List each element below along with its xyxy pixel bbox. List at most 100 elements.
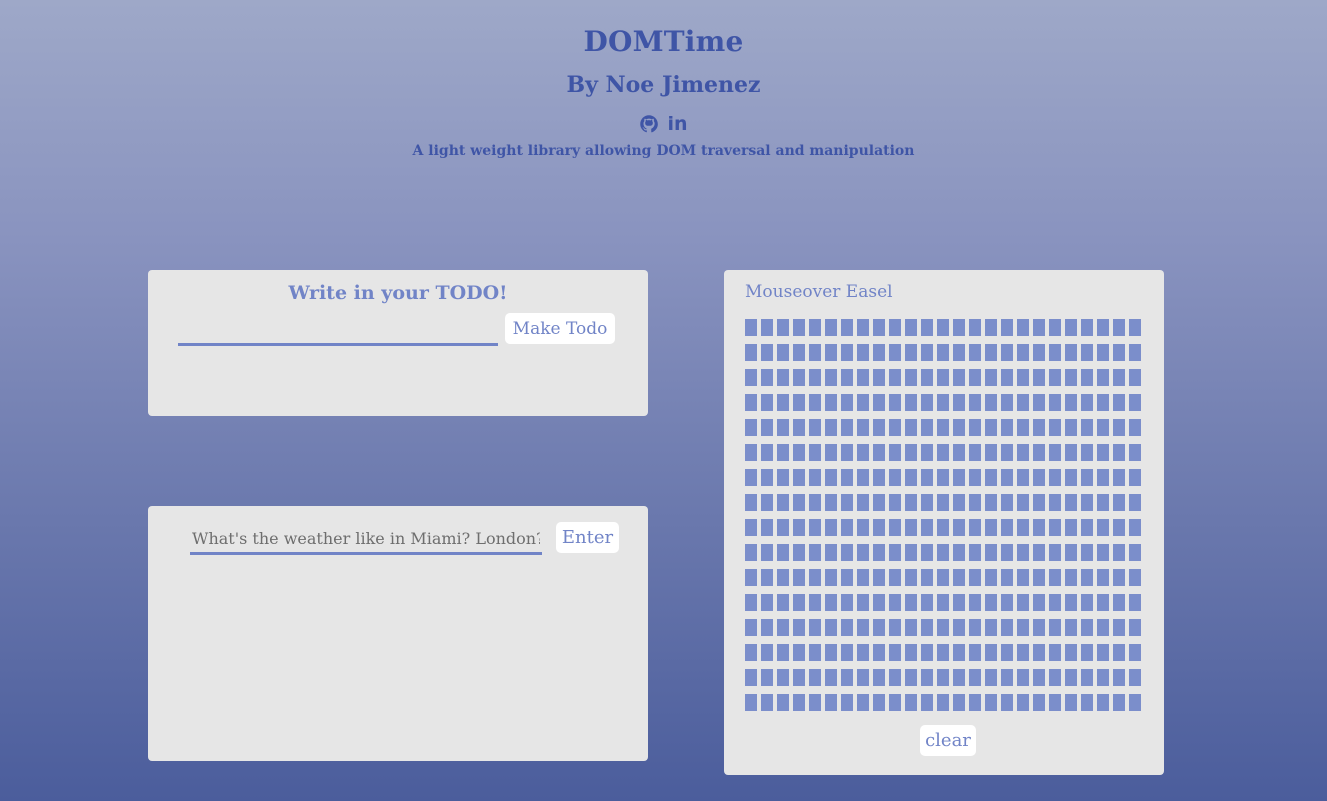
easel-cell[interactable] bbox=[905, 419, 917, 436]
easel-cell[interactable] bbox=[745, 469, 757, 486]
easel-cell[interactable] bbox=[761, 469, 773, 486]
easel-cell[interactable] bbox=[1113, 319, 1125, 336]
easel-cell[interactable] bbox=[825, 469, 837, 486]
easel-cell[interactable] bbox=[809, 319, 821, 336]
easel-cell[interactable] bbox=[1129, 469, 1141, 486]
easel-cell[interactable] bbox=[841, 544, 853, 561]
easel-cell[interactable] bbox=[969, 544, 981, 561]
make-todo-button[interactable]: Make Todo bbox=[505, 313, 615, 344]
easel-cell[interactable] bbox=[857, 419, 869, 436]
easel-cell[interactable] bbox=[761, 519, 773, 536]
easel-cell[interactable] bbox=[1113, 544, 1125, 561]
easel-cell[interactable] bbox=[1001, 519, 1013, 536]
easel-cell[interactable] bbox=[937, 669, 949, 686]
easel-cell[interactable] bbox=[857, 444, 869, 461]
easel-cell[interactable] bbox=[761, 344, 773, 361]
easel-cell[interactable] bbox=[953, 544, 965, 561]
easel-cell[interactable] bbox=[921, 494, 933, 511]
easel-cell[interactable] bbox=[841, 469, 853, 486]
easel-cell[interactable] bbox=[1065, 469, 1077, 486]
easel-cell[interactable] bbox=[953, 419, 965, 436]
easel-cell[interactable] bbox=[889, 644, 901, 661]
easel-cell[interactable] bbox=[985, 444, 997, 461]
easel-cell[interactable] bbox=[953, 344, 965, 361]
easel-cell[interactable] bbox=[1017, 544, 1029, 561]
easel-cell[interactable] bbox=[1033, 694, 1045, 711]
easel-cell[interactable] bbox=[745, 444, 757, 461]
easel-cell[interactable] bbox=[1113, 419, 1125, 436]
easel-cell[interactable] bbox=[825, 369, 837, 386]
easel-cell[interactable] bbox=[745, 694, 757, 711]
easel-cell[interactable] bbox=[841, 594, 853, 611]
easel-cell[interactable] bbox=[873, 419, 885, 436]
easel-cell[interactable] bbox=[793, 569, 805, 586]
easel-cell[interactable] bbox=[761, 319, 773, 336]
easel-cell[interactable] bbox=[1001, 644, 1013, 661]
easel-cell[interactable] bbox=[985, 319, 997, 336]
easel-cell[interactable] bbox=[825, 669, 837, 686]
easel-cell[interactable] bbox=[1017, 519, 1029, 536]
easel-cell[interactable] bbox=[777, 544, 789, 561]
easel-cell[interactable] bbox=[1049, 694, 1061, 711]
easel-cell[interactable] bbox=[905, 619, 917, 636]
easel-cell[interactable] bbox=[825, 419, 837, 436]
easel-cell[interactable] bbox=[1017, 469, 1029, 486]
easel-cell[interactable] bbox=[841, 669, 853, 686]
easel-cell[interactable] bbox=[841, 444, 853, 461]
easel-cell[interactable] bbox=[1097, 594, 1109, 611]
easel-cell[interactable] bbox=[1081, 419, 1093, 436]
weather-enter-button[interactable]: Enter bbox=[556, 522, 619, 553]
easel-cell[interactable] bbox=[777, 619, 789, 636]
easel-cell[interactable] bbox=[841, 344, 853, 361]
easel-cell[interactable] bbox=[873, 594, 885, 611]
easel-cell[interactable] bbox=[1049, 544, 1061, 561]
easel-cell[interactable] bbox=[1001, 619, 1013, 636]
easel-cell[interactable] bbox=[889, 469, 901, 486]
easel-cell[interactable] bbox=[905, 519, 917, 536]
easel-cell[interactable] bbox=[873, 469, 885, 486]
easel-cell[interactable] bbox=[1049, 669, 1061, 686]
easel-cell[interactable] bbox=[1001, 494, 1013, 511]
easel-cell[interactable] bbox=[1049, 394, 1061, 411]
easel-cell[interactable] bbox=[937, 569, 949, 586]
easel-cell[interactable] bbox=[1097, 644, 1109, 661]
easel-cell[interactable] bbox=[1049, 569, 1061, 586]
easel-cell[interactable] bbox=[937, 394, 949, 411]
easel-cell[interactable] bbox=[1001, 319, 1013, 336]
easel-cell[interactable] bbox=[745, 619, 757, 636]
easel-cell[interactable] bbox=[1033, 369, 1045, 386]
easel-cell[interactable] bbox=[857, 519, 869, 536]
easel-cell[interactable] bbox=[985, 694, 997, 711]
easel-cell[interactable] bbox=[777, 569, 789, 586]
easel-cell[interactable] bbox=[1113, 669, 1125, 686]
easel-cell[interactable] bbox=[921, 694, 933, 711]
easel-cell[interactable] bbox=[777, 344, 789, 361]
easel-cell[interactable] bbox=[969, 319, 981, 336]
easel-cell[interactable] bbox=[777, 494, 789, 511]
easel-cell[interactable] bbox=[857, 619, 869, 636]
easel-cell[interactable] bbox=[857, 594, 869, 611]
easel-cell[interactable] bbox=[953, 694, 965, 711]
easel-cell[interactable] bbox=[1049, 369, 1061, 386]
easel-cell[interactable] bbox=[857, 644, 869, 661]
easel-cell[interactable] bbox=[793, 694, 805, 711]
easel-cell[interactable] bbox=[1065, 419, 1077, 436]
easel-cell[interactable] bbox=[1065, 444, 1077, 461]
easel-cell[interactable] bbox=[825, 694, 837, 711]
easel-cell[interactable] bbox=[809, 344, 821, 361]
easel-cell[interactable] bbox=[761, 419, 773, 436]
weather-search-input[interactable] bbox=[190, 524, 542, 555]
easel-cell[interactable] bbox=[1129, 369, 1141, 386]
easel-cell[interactable] bbox=[1001, 544, 1013, 561]
easel-cell[interactable] bbox=[1081, 319, 1093, 336]
easel-cell[interactable] bbox=[1065, 644, 1077, 661]
easel-cell[interactable] bbox=[761, 594, 773, 611]
easel-cell[interactable] bbox=[1001, 694, 1013, 711]
easel-cell[interactable] bbox=[1065, 394, 1077, 411]
easel-cell[interactable] bbox=[1033, 594, 1045, 611]
easel-cell[interactable] bbox=[745, 569, 757, 586]
easel-cell[interactable] bbox=[1129, 694, 1141, 711]
easel-cell[interactable] bbox=[937, 519, 949, 536]
easel-cell[interactable] bbox=[889, 594, 901, 611]
easel-cell[interactable] bbox=[873, 344, 885, 361]
